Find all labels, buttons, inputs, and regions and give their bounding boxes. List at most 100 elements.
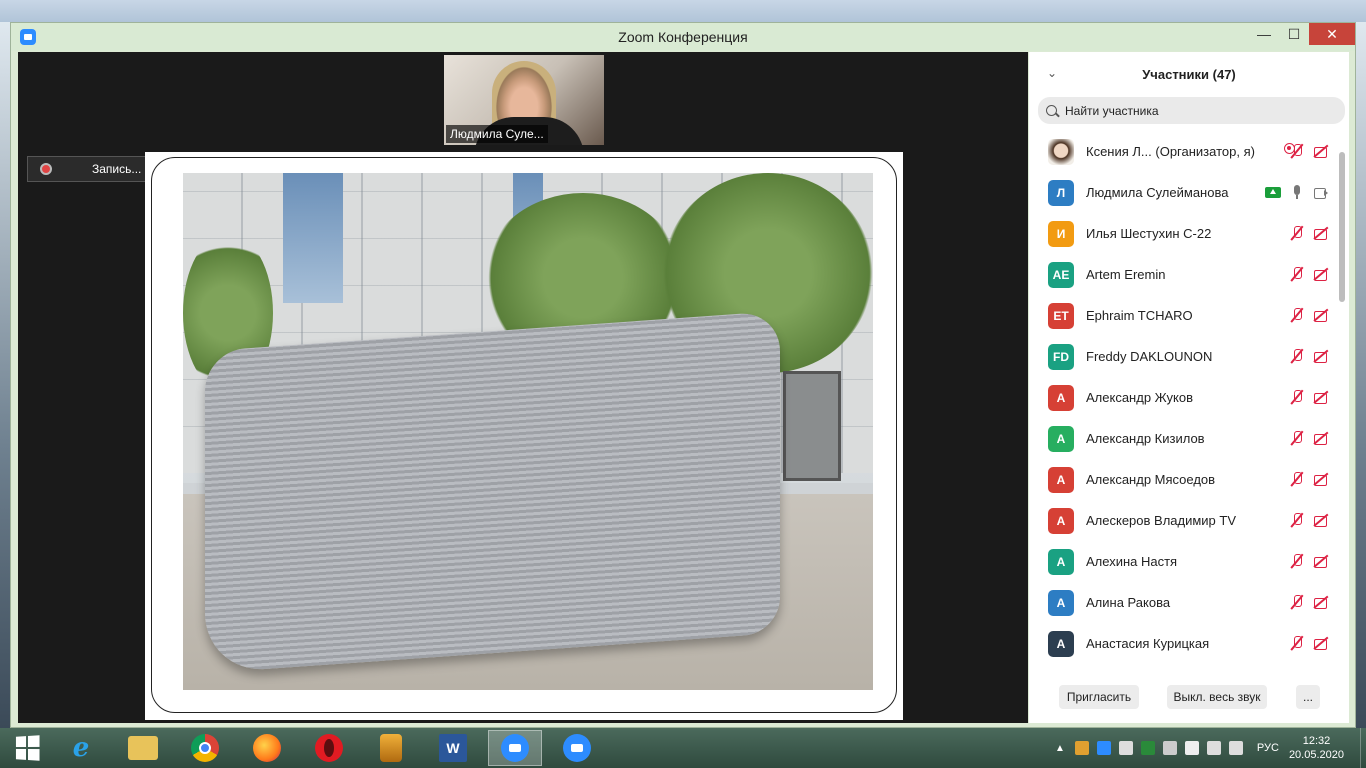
participant-row[interactable]: И Илья Шестухин С-22 <box>1029 213 1339 254</box>
taskbar-zoom[interactable] <box>550 730 604 766</box>
taskbar-internet-explorer[interactable]: e <box>54 730 108 766</box>
speaker-thumbnail[interactable]: Людмила Суле... <box>444 55 604 145</box>
taskbar-zoom-active[interactable] <box>488 730 542 766</box>
participant-row[interactable]: Ксения Л... (Организатор, я) <box>1029 131 1339 172</box>
camera-off-icon[interactable] <box>1313 143 1329 159</box>
tray-expand-icon[interactable]: ▲ <box>1055 743 1065 754</box>
tray-zoom-icon[interactable] <box>1096 741 1111 755</box>
mic-off-icon[interactable] <box>1289 635 1305 651</box>
mic-off-icon[interactable] <box>1289 307 1305 323</box>
screen-share-icon <box>1265 186 1281 198</box>
camera-off-icon[interactable] <box>1313 389 1329 405</box>
participants-scrollbar[interactable] <box>1339 152 1345 302</box>
zoom-icon <box>501 734 529 762</box>
more-options-button[interactable]: ... <box>1296 685 1320 709</box>
clock-time: 12:32 <box>1302 735 1331 747</box>
camera-off-icon[interactable] <box>1313 266 1329 282</box>
mic-off-icon[interactable] <box>1289 512 1305 528</box>
participant-row[interactable]: А Алина Ракова <box>1029 582 1339 623</box>
mic-icon[interactable] <box>1289 184 1305 200</box>
avatar: А <box>1048 425 1074 452</box>
taskbar-file-explorer[interactable] <box>116 730 170 766</box>
camera-off-icon[interactable] <box>1313 635 1329 651</box>
camera-icon[interactable] <box>1313 184 1329 200</box>
search-icon <box>1046 105 1057 116</box>
show-desktop-button[interactable] <box>1360 728 1366 768</box>
participant-row[interactable]: А Алескеров Владимир TV <box>1029 500 1339 541</box>
mic-off-icon[interactable] <box>1289 266 1305 282</box>
mic-off-icon[interactable] <box>1289 594 1305 610</box>
mic-off-icon[interactable] <box>1289 553 1305 569</box>
avatar: А <box>1048 589 1074 616</box>
participant-row[interactable]: FD Freddy DAKLOUNON <box>1029 336 1339 377</box>
tray-network-icon[interactable] <box>1206 741 1221 755</box>
printed-wall-image <box>205 311 780 674</box>
camera-off-icon[interactable] <box>1313 430 1329 446</box>
avatar: FD <box>1048 343 1074 370</box>
participant-name: Илья Шестухин С-22 <box>1086 226 1212 241</box>
mic-off-icon[interactable] <box>1289 389 1305 405</box>
firefox-icon <box>253 734 281 762</box>
mic-off-icon[interactable] <box>1289 471 1305 487</box>
search-placeholder: Найти участника <box>1065 103 1159 118</box>
taskbar-chrome[interactable] <box>178 730 232 766</box>
tray-keyboard-icon[interactable] <box>1118 741 1133 755</box>
participant-row[interactable]: А Алехина Настя <box>1029 541 1339 582</box>
tray-flag-icon[interactable] <box>1162 741 1177 755</box>
camera-off-icon[interactable] <box>1313 594 1329 610</box>
taskbar-word[interactable]: W <box>426 730 480 766</box>
window-title: Zoom Конференция <box>618 29 748 45</box>
camera-off-icon[interactable] <box>1313 471 1329 487</box>
mic-off-icon[interactable] <box>1289 430 1305 446</box>
camera-off-icon[interactable] <box>1313 348 1329 364</box>
tray-app-icon[interactable] <box>1074 741 1089 755</box>
participant-row[interactable]: А Анастасия Курицкая <box>1029 623 1339 664</box>
participant-row[interactable]: ET Ephraim TCHARO <box>1029 295 1339 336</box>
tray-nvidia-icon[interactable] <box>1140 741 1155 755</box>
taskbar-opera[interactable] <box>302 730 356 766</box>
taskbar-archiver[interactable] <box>364 730 418 766</box>
internet-explorer-icon: e <box>72 733 90 763</box>
avatar: ET <box>1048 302 1074 329</box>
invite-button[interactable]: Пригласить <box>1059 685 1139 709</box>
participant-name: Александр Мясоедов <box>1086 472 1216 487</box>
camera-off-icon[interactable] <box>1313 307 1329 323</box>
camera-off-icon[interactable] <box>1313 225 1329 241</box>
participant-row[interactable]: А Александр Кизилов <box>1029 418 1339 459</box>
mic-off-icon[interactable] <box>1289 225 1305 241</box>
zoom-app-icon <box>20 29 36 45</box>
avatar <box>1048 138 1074 165</box>
slide-photo <box>183 173 873 690</box>
camera-off-icon[interactable] <box>1313 553 1329 569</box>
taskbar-firefox[interactable] <box>240 730 294 766</box>
participant-row[interactable]: А Александр Жуков <box>1029 377 1339 418</box>
mic-off-icon[interactable] <box>1289 348 1305 364</box>
window-controls: — ☐ ✕ <box>1249 23 1355 45</box>
camera-off-icon[interactable] <box>1313 512 1329 528</box>
participant-name: Artem Eremin <box>1086 267 1166 282</box>
participant-row[interactable]: А Александр Мясоедов <box>1029 459 1339 500</box>
search-input[interactable]: Найти участника <box>1038 97 1345 124</box>
chrome-icon <box>191 734 219 762</box>
participant-name: Анастасия Курицкая <box>1086 636 1210 651</box>
tray-usb-icon[interactable] <box>1184 741 1199 755</box>
maximize-button[interactable]: ☐ <box>1279 23 1309 45</box>
opera-icon <box>315 734 343 762</box>
clock[interactable]: 12:32 20.05.2020 <box>1289 734 1344 762</box>
title-bar[interactable]: Zoom Конференция — ☐ ✕ <box>11 23 1355 51</box>
start-button[interactable] <box>0 730 54 766</box>
participant-row[interactable]: Л Людмила Сулейманова <box>1029 172 1339 213</box>
meeting-area: Людмила Суле... Запись... <box>18 52 1028 723</box>
chevron-down-icon[interactable]: ⌄ <box>1047 66 1057 80</box>
language-indicator[interactable]: РУС <box>1257 742 1279 754</box>
mute-all-button[interactable]: Выкл. весь звук <box>1167 685 1267 709</box>
mic-off-icon[interactable] <box>1289 143 1305 159</box>
participant-row[interactable]: AE Artem Eremin <box>1029 254 1339 295</box>
tray-volume-icon[interactable] <box>1228 741 1243 755</box>
participant-name: Ephraim TCHARO <box>1086 308 1193 323</box>
minimize-button[interactable]: — <box>1249 23 1279 45</box>
participants-title: Участники (47) <box>1142 66 1236 82</box>
word-icon: W <box>439 734 467 762</box>
participant-name: Алехина Настя <box>1086 554 1178 569</box>
close-button[interactable]: ✕ <box>1309 23 1355 45</box>
